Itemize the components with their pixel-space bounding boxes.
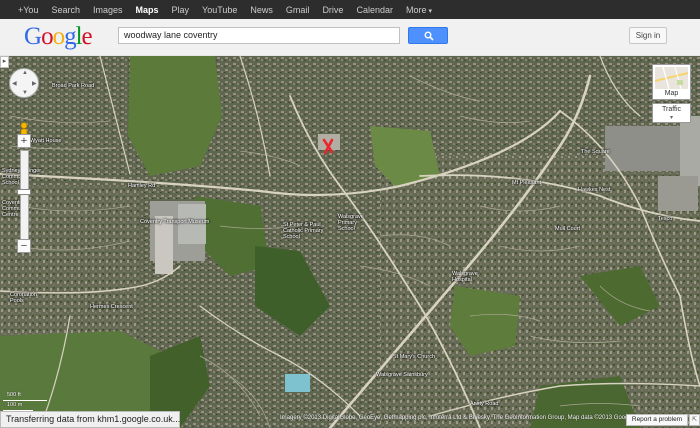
map-place-label: Walsgrave Hospital [452, 271, 478, 283]
traffic-label: Traffic [661, 106, 682, 113]
satellite-imagery [0, 56, 700, 428]
nav-item-drive[interactable]: Drive [322, 5, 343, 15]
pan-down-icon[interactable]: ▼ [22, 90, 28, 96]
scale-bar-imperial [3, 400, 47, 401]
map-place-label: St Mary's Church [393, 354, 436, 360]
search-button[interactable] [408, 27, 448, 44]
expand-corner-icon[interactable]: ⇱ [689, 414, 700, 426]
top-nav-list: +You Search Images Maps Play YouTube New… [0, 0, 700, 19]
zoom-in-button[interactable]: + [17, 134, 31, 148]
nav-item-play[interactable]: Play [172, 5, 190, 15]
map-place-label: Mt Pleasant [512, 180, 542, 186]
search-icon [424, 31, 434, 41]
nav-item-images[interactable]: Images [93, 5, 123, 15]
map-place-label: Hawkes Nest [578, 187, 611, 193]
map-place-label: Mull Court [555, 226, 581, 232]
zoom-slider-track[interactable] [20, 150, 29, 242]
map-place-label: Walsgrave Primary School [338, 214, 364, 232]
map-place-label: Coventry Transport Museum [140, 219, 210, 225]
nav-item-maps[interactable]: Maps [136, 5, 159, 15]
browser-status-bar: Transferring data from khm1.google.co.uk… [0, 411, 180, 428]
nav-item-plus-you[interactable]: +You [18, 5, 38, 15]
panel-toggle-button[interactable]: ▸ [0, 56, 9, 68]
pan-right-icon[interactable]: ▶ [32, 80, 37, 87]
nav-item-more[interactable]: More [406, 5, 432, 15]
map-place-label: St Peter & Paul Catholic Primary School [283, 222, 324, 240]
map-copyright: Imagery ©2013 DigitalGlobe, GeoEye, Getm… [280, 415, 637, 421]
scale-metric-label: 100 m [7, 402, 23, 408]
search-input[interactable]: woodway lane coventry [118, 27, 400, 44]
map-place-label: Ansty Road [470, 401, 499, 407]
map-scale: 500 ft 100 m [3, 392, 51, 412]
zoom-slider-handle[interactable] [17, 189, 31, 195]
pan-control[interactable]: ▲ ▼ ◀ ▶ [9, 68, 39, 98]
nav-item-calendar[interactable]: Calendar [356, 5, 393, 15]
map-place-label: Coronation Pools [10, 292, 37, 304]
nav-item-search[interactable]: Search [51, 5, 80, 15]
map-type-label: Map [664, 90, 679, 97]
map-type-thumbnail [655, 67, 688, 89]
traffic-layer-button[interactable]: Traffic ▾ [652, 103, 691, 123]
map-place-label: Wyatt House [30, 138, 62, 144]
scale-imperial-label: 500 ft [7, 392, 21, 398]
pan-up-icon[interactable]: ▲ [22, 70, 28, 76]
google-logo[interactable]: Google [24, 23, 93, 51]
header: Google woodway lane coventry Sign in [0, 19, 700, 56]
nav-item-youtube[interactable]: YouTube [202, 5, 237, 15]
map-place-label: Hermes Crescent [90, 304, 133, 310]
pan-left-icon[interactable]: ◀ [12, 80, 17, 87]
report-problem-link[interactable]: Report a problem [626, 414, 688, 426]
nav-item-news[interactable]: News [250, 5, 273, 15]
map-place-label: Broad Park Road [52, 83, 95, 89]
chevron-right-icon: ▸ [2, 58, 7, 65]
map-canvas[interactable]: Broad Park Road Wyatt House Hamley Rd Sy… [0, 56, 700, 428]
nav-item-gmail[interactable]: Gmail [286, 5, 310, 15]
map-place-label: Hamley Rd [128, 183, 156, 189]
map-type-button[interactable]: Map [652, 64, 691, 100]
chevron-down-icon: ▾ [669, 115, 673, 121]
map-place-label: Tesco [658, 216, 673, 222]
sign-in-button[interactable]: Sign in [629, 27, 667, 44]
map-place-label: The Square [581, 149, 610, 155]
map-place-label: Walsgrave Sainsbury [376, 372, 428, 378]
zoom-out-button[interactable]: − [17, 239, 31, 253]
top-nav-bar: +You Search Images Maps Play YouTube New… [0, 0, 700, 19]
